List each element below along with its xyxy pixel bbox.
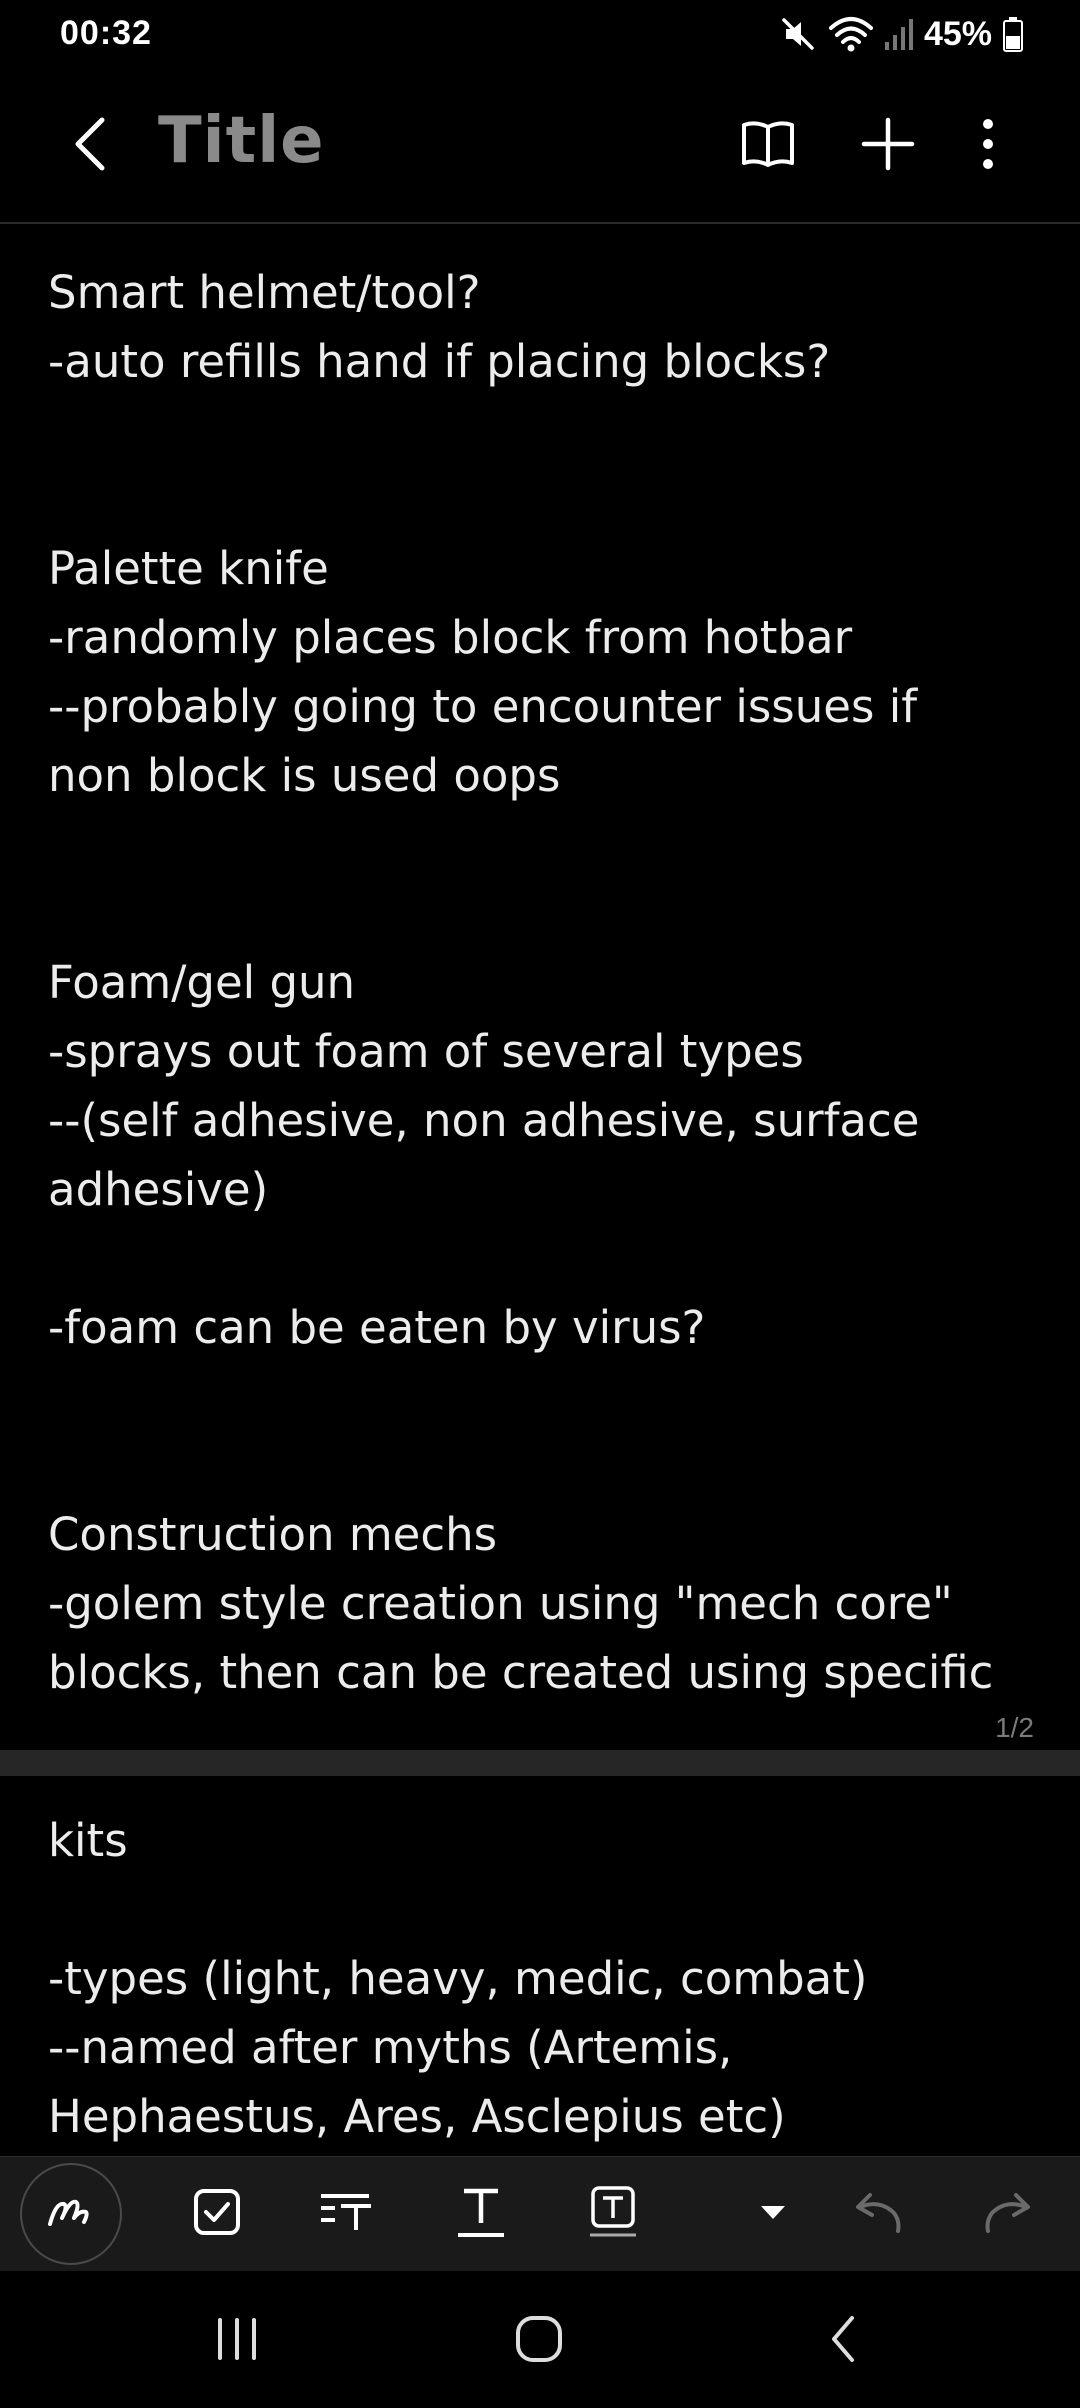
back-arrow-icon (68, 114, 112, 178)
system-nav-bar (0, 2271, 1080, 2408)
recents-icon (212, 2316, 262, 2366)
reading-mode-button[interactable] (730, 108, 806, 184)
redo-button[interactable] (964, 2169, 1054, 2259)
back-icon (826, 2314, 860, 2368)
text-style-list-button[interactable] (302, 2169, 392, 2259)
mute-icon (778, 14, 818, 54)
home-button[interactable] (494, 2301, 584, 2381)
status-icons: 45% (778, 12, 1024, 56)
wifi-icon (828, 14, 874, 54)
status-bar: 00:32 45% (0, 0, 1080, 70)
note-page-2[interactable]: kits -types (light, heavy, medic, combat… (0, 1776, 1080, 2156)
note-body-page-2[interactable]: kits -types (light, heavy, medic, combat… (48, 1806, 1048, 2151)
text-box-icon (588, 2185, 638, 2243)
note-body-page-1[interactable]: Smart helmet/tool? -auto refills hand if… (48, 258, 1048, 1707)
text-format-button[interactable] (436, 2169, 526, 2259)
checkbox-button[interactable] (172, 2169, 262, 2259)
add-page-button[interactable] (850, 108, 926, 184)
note-page-1[interactable]: Smart helmet/tool? -auto refills hand if… (0, 224, 1080, 1750)
text-style-list-icon (319, 2190, 375, 2238)
pen-mode-button[interactable] (20, 2163, 122, 2265)
recents-button[interactable] (192, 2301, 282, 2381)
more-vert-icon (978, 116, 998, 176)
note-title[interactable]: Title (158, 104, 325, 178)
text-format-icon (456, 2185, 506, 2243)
status-time: 00:32 (60, 14, 152, 52)
home-icon (514, 2314, 564, 2368)
toolbar-expand-button[interactable] (728, 2169, 818, 2259)
checkbox-icon (192, 2187, 242, 2241)
page-number: 1/2 (995, 1712, 1034, 1743)
page-separator (0, 1750, 1080, 1776)
battery-icon (1002, 14, 1024, 54)
back-button[interactable] (52, 108, 128, 184)
undo-button[interactable] (832, 2169, 922, 2259)
plus-icon (860, 116, 916, 176)
text-box-button[interactable] (568, 2169, 658, 2259)
app-bar: Title (0, 70, 1080, 222)
edit-toolbar (0, 2156, 1080, 2271)
more-options-button[interactable] (950, 108, 1026, 184)
system-back-button[interactable] (798, 2301, 888, 2381)
signal-icon (884, 14, 914, 54)
dropdown-caret-icon (758, 2202, 788, 2226)
pen-icon (46, 2192, 96, 2236)
redo-icon (982, 2189, 1036, 2239)
battery-percent: 45% (923, 14, 992, 53)
undo-icon (850, 2189, 904, 2239)
reading-mode-icon (740, 119, 796, 173)
